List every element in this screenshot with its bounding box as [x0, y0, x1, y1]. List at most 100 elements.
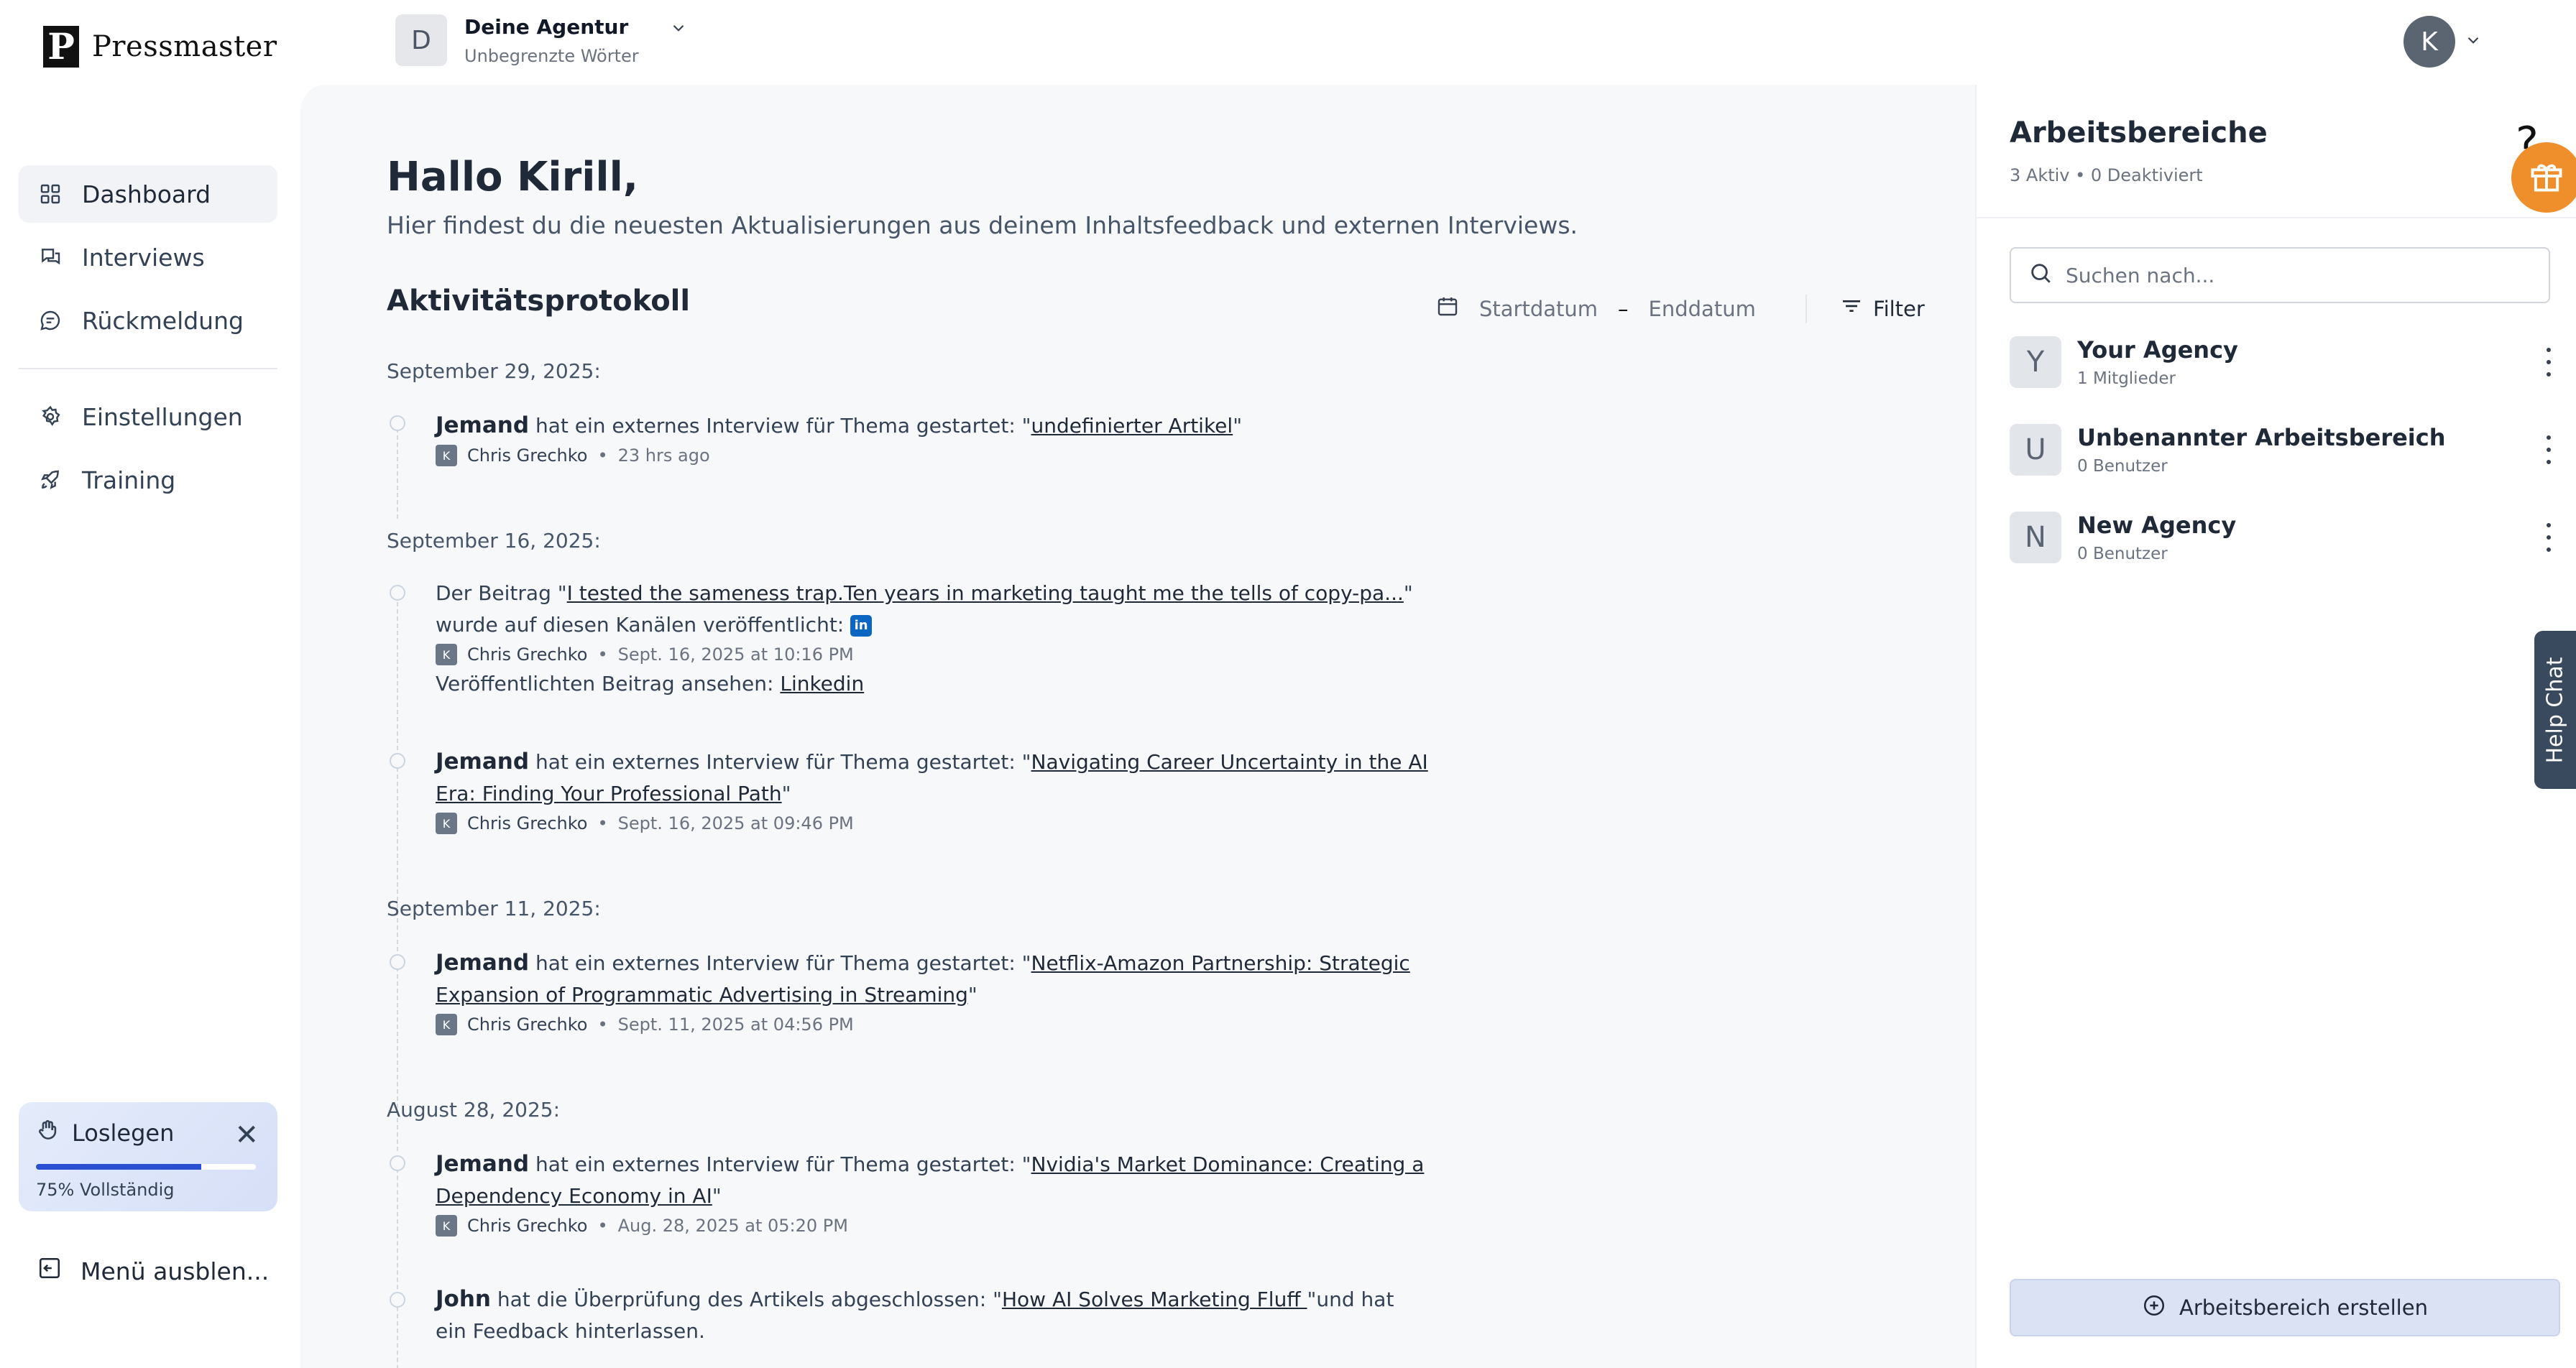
avatar: K: [2404, 16, 2455, 68]
activity-meta: K Chris Grechko • 23 hrs ago: [436, 445, 1456, 466]
agency-switcher[interactable]: D Deine Agentur Unbegrenzte Wörter: [395, 14, 688, 66]
activity-text: Jemand hat ein externes Interview für Th…: [436, 410, 1456, 442]
meta-separator: •: [597, 1015, 608, 1035]
more-options-icon[interactable]: [2542, 435, 2556, 464]
nav-item-feedback[interactable]: Rückmeldung: [19, 292, 277, 349]
onboarding-progress-bar: [36, 1164, 256, 1170]
date-range-dash: –: [1618, 296, 1629, 321]
meta-separator: •: [597, 644, 608, 665]
nav-item-settings[interactable]: Einstellungen: [19, 388, 277, 445]
workspace-name: Your Agency: [2077, 336, 2238, 364]
author-avatar: K: [436, 644, 457, 665]
workspace-item[interactable]: N New Agency 0 Benutzer: [2010, 509, 2556, 566]
activity-text: Jemand hat ein externes Interview für Th…: [436, 746, 1456, 810]
workspace-search-input[interactable]: Suchen nach...: [2010, 247, 2550, 303]
help-chat-tab[interactable]: Help Chat: [2534, 631, 2576, 789]
more-options-icon[interactable]: [2542, 348, 2556, 376]
calendar-icon: [1436, 295, 1459, 323]
activity-item: John hat die Überprüfung des Artikels ab…: [436, 1283, 1413, 1347]
activity-author: Chris Grechko: [467, 1015, 588, 1035]
meta-separator: •: [597, 445, 608, 466]
activity-author: Chris Grechko: [467, 445, 588, 466]
activity-link[interactable]: I tested the sameness trap.Ten years in …: [567, 581, 1404, 605]
timeline-dot: [390, 1155, 405, 1171]
activity-time: 23 hrs ago: [617, 445, 710, 466]
workspace-member-count: 0 Benutzer: [2077, 457, 2168, 476]
nav-item-interviews[interactable]: Interviews: [19, 228, 277, 286]
activity-action: hat ein externes Interview für Thema ges…: [529, 951, 1031, 975]
timeline-dot: [390, 753, 405, 769]
workspace-member-count: 0 Benutzer: [2077, 545, 2168, 563]
start-date-input[interactable]: Startdatum: [1479, 297, 1598, 321]
activity-action: hat ein externes Interview für Thema ges…: [529, 1152, 1031, 1176]
timeline-line: [397, 960, 398, 1151]
close-icon[interactable]: ✕: [234, 1121, 259, 1150]
activity-item: Jemand hat ein externes Interview für Th…: [436, 1148, 1456, 1237]
brand-name: Pressmaster: [92, 30, 277, 63]
filter-button[interactable]: Filter: [1840, 295, 1925, 323]
activity-date-heading: September 29, 2025:: [387, 359, 601, 383]
gear-icon: [37, 404, 63, 430]
activity-action: hat ein externes Interview für Thema ges…: [529, 750, 1031, 774]
timeline-dot: [390, 415, 405, 431]
linkedin-icon[interactable]: in: [850, 615, 873, 637]
panel-divider: [1977, 217, 2576, 218]
author-avatar: K: [436, 813, 457, 834]
activity-action: hat die Überprüfung des Artikels abgesch…: [490, 1288, 1002, 1311]
activity-link[interactable]: How AI Solves Marketing Fluff: [1002, 1288, 1307, 1311]
timeline-line: [397, 1161, 398, 1368]
workspace-avatar: U: [2010, 424, 2061, 476]
user-menu[interactable]: K: [2404, 16, 2483, 68]
activity-time: Sept. 16, 2025 at 09:46 PM: [617, 813, 854, 833]
timeline-dot: [390, 1292, 405, 1308]
activity-author: Chris Grechko: [467, 1216, 588, 1236]
nav-label: Einstellungen: [82, 402, 243, 431]
collapse-menu-button[interactable]: Menü ausblen...: [37, 1256, 269, 1286]
activity-item: Der Beitrag "I tested the sameness trap.…: [436, 578, 1456, 700]
activity-item: Jemand hat ein externes Interview für Th…: [436, 410, 1456, 466]
create-workspace-label: Arbeitsbereich erstellen: [2179, 1295, 2428, 1320]
chevron-down-icon: [669, 19, 688, 40]
activity-text: Jemand hat ein externes Interview für Th…: [436, 947, 1456, 1011]
activity-actor: Jemand: [436, 1151, 530, 1177]
view-post-link[interactable]: Linkedin: [780, 672, 864, 695]
message-circle-icon: [37, 308, 63, 333]
onboarding-card[interactable]: Loslegen ✕ 75% Vollständig: [19, 1102, 277, 1211]
end-date-input[interactable]: Enddatum: [1649, 297, 1756, 321]
workspace-item[interactable]: Y Your Agency 1 Mitglieder: [2010, 333, 2556, 391]
agency-avatar: D: [395, 14, 447, 66]
meta-separator: •: [597, 1216, 608, 1236]
grid-icon: [37, 181, 63, 207]
page-title: Hallo Kirill,: [387, 154, 639, 200]
filter-icon: [1840, 295, 1863, 323]
activity-text: Jemand hat ein externes Interview für Th…: [436, 1148, 1456, 1212]
nav-divider: [19, 368, 277, 369]
activity-item: Jemand hat ein externes Interview für Th…: [436, 746, 1456, 834]
activity-tail: ": [781, 782, 791, 805]
nav-label: Training: [82, 466, 176, 494]
create-workspace-button[interactable]: Arbeitsbereich erstellen: [2010, 1279, 2560, 1336]
workspace-name: Unbenannter Arbeitsbereich: [2077, 424, 2446, 451]
waving-hand-icon: [36, 1118, 60, 1148]
gift-button[interactable]: [2511, 142, 2576, 213]
agency-name: Deine Agentur: [464, 14, 629, 39]
nav-item-dashboard[interactable]: Dashboard: [19, 165, 277, 223]
filter-label: Filter: [1873, 296, 1925, 321]
author-avatar: K: [436, 1215, 457, 1237]
activity-prefix: Der Beitrag ": [436, 581, 567, 605]
activity-link[interactable]: undefinierter Artikel: [1031, 414, 1233, 438]
date-range-picker[interactable]: Startdatum – Enddatum: [1436, 295, 1756, 323]
activity-tail: ": [1233, 414, 1243, 438]
more-options-icon[interactable]: [2542, 523, 2556, 552]
workspaces-panel: Arbeitsbereiche 3 Aktiv • 0 Deaktiviert …: [1975, 85, 2576, 1368]
workspace-member-count: 1 Mitglieder: [2077, 369, 2176, 388]
nav-item-training[interactable]: Training: [19, 451, 277, 509]
help-chat-label: Help Chat: [2542, 656, 2568, 764]
workspace-item[interactable]: U Unbenannter Arbeitsbereich 0 Benutzer: [2010, 421, 2556, 479]
sidebar: P Pressmaster Dashboard Interviews Rückm…: [0, 0, 295, 1368]
brand-logo[interactable]: P Pressmaster: [43, 26, 277, 68]
workspace-avatar: N: [2010, 512, 2061, 563]
onboarding-title: Loslegen: [72, 1119, 175, 1147]
workspaces-title: Arbeitsbereiche: [2010, 116, 2268, 149]
chevron-down-icon: [2464, 31, 2483, 52]
